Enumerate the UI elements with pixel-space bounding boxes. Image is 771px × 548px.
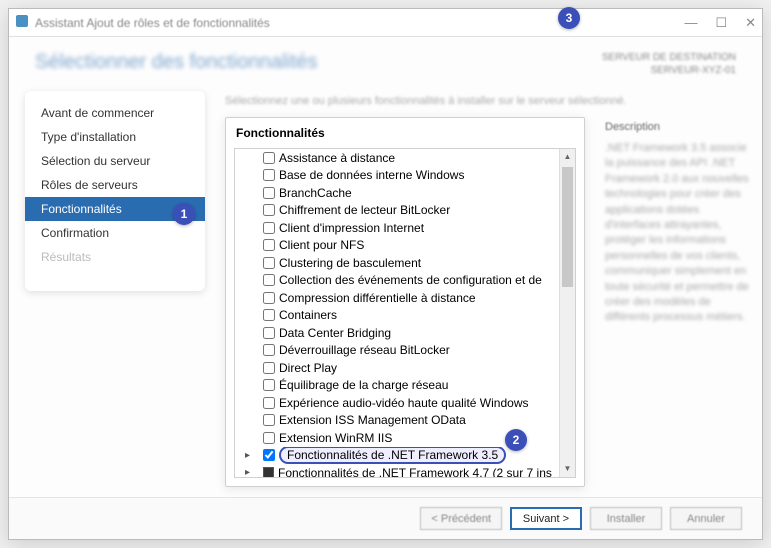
- scroll-down-icon[interactable]: ▼: [560, 461, 575, 477]
- scroll-up-icon[interactable]: ▲: [560, 149, 575, 165]
- intro-text: Sélectionnez une ou plusieurs fonctionna…: [225, 95, 752, 107]
- window-title: Assistant Ajout de rôles et de fonctionn…: [35, 16, 684, 30]
- feature-label: Extension ISS Management OData: [279, 413, 466, 427]
- content: Sélectionnez une ou plusieurs fonctionna…: [205, 85, 762, 497]
- feature-row[interactable]: Compression différentielle à distance: [235, 289, 575, 307]
- app-icon: [15, 14, 29, 31]
- callout-3: 3: [558, 7, 580, 29]
- feature-checkbox[interactable]: [263, 327, 275, 339]
- feature-checkbox[interactable]: [263, 397, 275, 409]
- feature-label: Expérience audio-vidéo haute qualité Win…: [279, 396, 529, 410]
- window-controls: — ☐ ✕: [684, 15, 756, 31]
- expand-icon[interactable]: ▸: [245, 467, 250, 478]
- feature-row[interactable]: Équilibrage de la charge réseau: [235, 377, 575, 395]
- footer: < Précédent Suivant > Installer Annuler …: [9, 497, 762, 539]
- feature-checkbox[interactable]: [263, 432, 275, 444]
- feature-row[interactable]: Extension ISS Management OData: [235, 412, 575, 430]
- feature-checkbox[interactable]: [263, 187, 275, 199]
- features-panel-title: Fonctionnalités: [226, 118, 584, 144]
- feature-row[interactable]: Containers: [235, 307, 575, 325]
- destination-meta: SERVEUR DE DESTINATION SERVEUR-XYZ-01: [602, 51, 736, 77]
- next-button[interactable]: Suivant >: [510, 507, 582, 530]
- feature-label: Assistance à distance: [279, 151, 395, 165]
- scrollbar[interactable]: ▲ ▼: [559, 149, 575, 477]
- feature-row[interactable]: ▸ Fonctionnalités de .NET Framework 3.5: [235, 447, 575, 465]
- feature-row[interactable]: BranchCache: [235, 184, 575, 202]
- feature-checkbox[interactable]: [263, 169, 275, 181]
- expand-icon[interactable]: ▸: [245, 450, 250, 461]
- feature-row[interactable]: Client pour NFS: [235, 237, 575, 255]
- nav-avant-de-commencer[interactable]: Avant de commencer: [25, 101, 205, 125]
- feature-checkbox[interactable]: [263, 239, 275, 251]
- page-heading: Sélectionner des fonctionnalités: [35, 51, 317, 74]
- feature-row[interactable]: Déverrouillage réseau BitLocker: [235, 342, 575, 360]
- callout-2: 2: [505, 429, 527, 451]
- feature-row[interactable]: Direct Play: [235, 359, 575, 377]
- feature-checkbox[interactable]: [263, 344, 275, 356]
- feature-row[interactable]: Chiffrement de lecteur BitLocker: [235, 202, 575, 220]
- feature-checkbox[interactable]: [263, 204, 275, 216]
- feature-checkbox[interactable]: [263, 222, 275, 234]
- feature-label: Compression différentielle à distance: [279, 291, 476, 305]
- callout-1: 1: [173, 203, 195, 225]
- feature-label: BranchCache: [279, 186, 352, 200]
- feature-row[interactable]: Data Center Bridging: [235, 324, 575, 342]
- nav-confirmation[interactable]: Confirmation: [25, 221, 205, 245]
- feature-label: Clustering de basculement: [279, 256, 421, 270]
- feature-row[interactable]: Assistance à distance: [235, 149, 575, 167]
- feature-label: Base de données interne Windows: [279, 168, 464, 182]
- feature-row[interactable]: Base de données interne Windows: [235, 167, 575, 185]
- feature-label: Collection des événements de configurati…: [279, 273, 542, 287]
- feature-label: Chiffrement de lecteur BitLocker: [279, 203, 450, 217]
- header: Sélectionner des fonctionnalités SERVEUR…: [9, 37, 762, 85]
- feature-checkbox[interactable]: [263, 309, 275, 321]
- feature-checkbox[interactable]: [263, 362, 275, 374]
- feature-checkbox[interactable]: [263, 449, 275, 461]
- features-list: Assistance à distance Base de données int…: [234, 148, 576, 478]
- feature-label: Direct Play: [279, 361, 337, 375]
- feature-label: Client d'impression Internet: [279, 221, 424, 235]
- minimize-button[interactable]: —: [684, 15, 697, 31]
- nav-resultats: Résultats: [25, 245, 205, 269]
- wizard-window: Assistant Ajout de rôles et de fonctionn…: [8, 8, 763, 540]
- nav-roles-serveurs[interactable]: Rôles de serveurs: [25, 173, 205, 197]
- nav-type-installation[interactable]: Type d'installation: [25, 125, 205, 149]
- feature-row[interactable]: Clustering de basculement: [235, 254, 575, 272]
- feature-label: Déverrouillage réseau BitLocker: [279, 343, 450, 357]
- body: Avant de commencer Type d'installation S…: [9, 85, 762, 497]
- description-panel: Description .NET Framework 3.5 associe l…: [605, 121, 755, 326]
- nav-selection-serveur[interactable]: Sélection du serveur: [25, 149, 205, 173]
- wizard-nav: Avant de commencer Type d'installation S…: [25, 91, 205, 291]
- feature-label: Containers: [279, 308, 337, 322]
- feature-checkbox-partial[interactable]: [263, 467, 274, 478]
- feature-checkbox[interactable]: [263, 414, 275, 426]
- feature-checkbox[interactable]: [263, 292, 275, 304]
- feature-row[interactable]: Collection des événements de configurati…: [235, 272, 575, 290]
- feature-label: Fonctionnalités de .NET Framework 4.7 (2…: [278, 466, 552, 478]
- feature-label: Fonctionnalités de .NET Framework 3.5: [287, 448, 498, 462]
- install-button: Installer: [590, 507, 662, 530]
- feature-checkbox[interactable]: [263, 152, 275, 164]
- description-body: .NET Framework 3.5 associe la puissance …: [605, 141, 755, 326]
- titlebar: Assistant Ajout de rôles et de fonctionn…: [9, 9, 762, 37]
- feature-row[interactable]: Expérience audio-vidéo haute qualité Win…: [235, 394, 575, 412]
- feature-label: Client pour NFS: [279, 238, 364, 252]
- feature-label: Extension WinRM IIS: [279, 431, 392, 445]
- features-panel: Fonctionnalités Assistance à distance Bas…: [225, 117, 585, 487]
- feature-checkbox[interactable]: [263, 257, 275, 269]
- feature-checkbox[interactable]: [263, 274, 275, 286]
- description-title: Description: [605, 121, 755, 133]
- feature-label: Data Center Bridging: [279, 326, 391, 340]
- previous-button[interactable]: < Précédent: [420, 507, 502, 530]
- maximize-button[interactable]: ☐: [715, 15, 727, 31]
- feature-row[interactable]: Client d'impression Internet: [235, 219, 575, 237]
- close-button[interactable]: ✕: [745, 15, 756, 31]
- feature-row[interactable]: ▸ Fonctionnalités de .NET Framework 4.7 (…: [235, 464, 575, 478]
- feature-label: Équilibrage de la charge réseau: [279, 378, 448, 392]
- feature-checkbox[interactable]: [263, 379, 275, 391]
- cancel-button[interactable]: Annuler: [670, 507, 742, 530]
- scroll-thumb[interactable]: [562, 167, 573, 287]
